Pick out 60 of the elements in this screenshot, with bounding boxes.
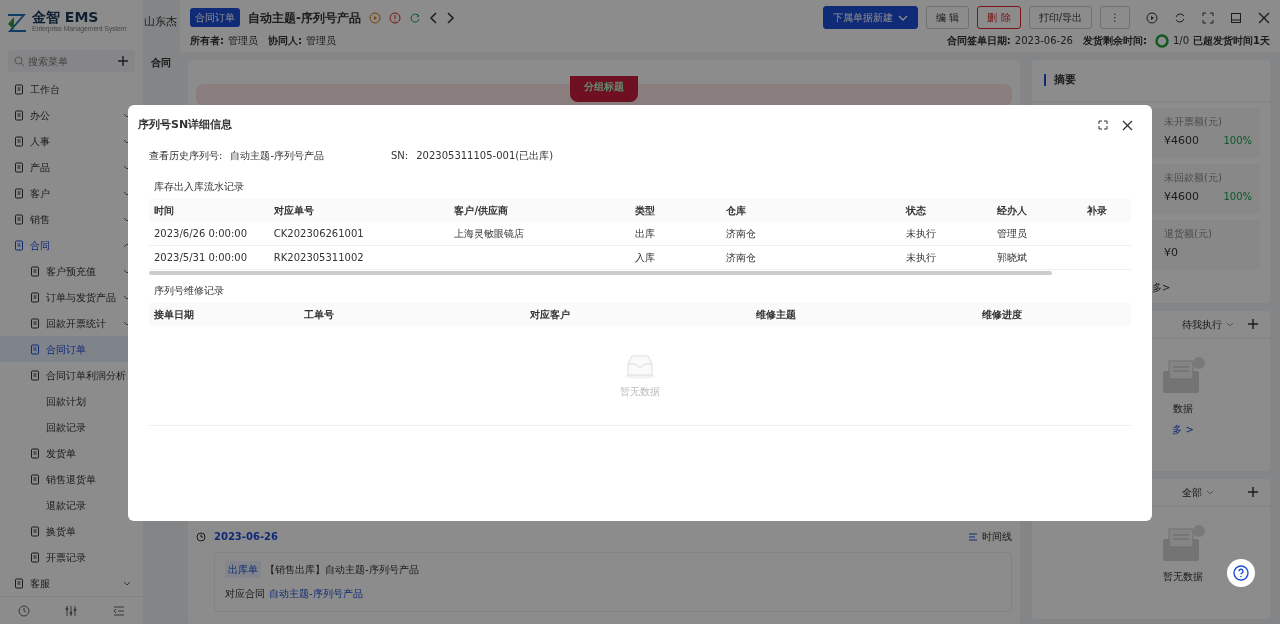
table-cell-text: 郭晓斌 [995,250,1028,265]
column-header: 维修进度 [980,307,1023,322]
table-cell-text: 未执行 [905,250,938,265]
section-title: 序列号维修记录 [154,283,225,298]
table-cell-text: 入库 [634,250,657,265]
tab-label: 合同 [151,57,171,68]
history-value: 自动主题-序列号产品 [230,148,324,163]
column-header: 补录 [1085,203,1108,218]
summary-title: 摘要 [1054,72,1076,88]
overdue-note: 已超发货时间1天 [1193,34,1270,48]
column-header: 客户/供应商 [453,203,510,218]
column-header: 接单日期 [153,307,195,322]
section-title: 库存出入库流水记录 [154,179,245,194]
column-header: 类型 [634,203,657,218]
sn-label: SN: [391,148,409,163]
empty-text: 暂无数据 [1163,569,1203,584]
table-cell-text: CK202306261001 [272,226,365,241]
column-header: 对应客户 [529,307,572,322]
column-header: 经办人 [995,203,1028,218]
dialog-title: 序列号SN详细信息 [138,117,233,133]
table-cell-text: 管理员 [995,226,1028,241]
sign-date-value: 2023-06-26 [1014,34,1073,48]
column-header: 状态 [904,203,928,218]
sn-value: 202305311105-001(已出库) [416,148,554,163]
owner-label: 所有者: [190,34,224,48]
stat-value: ¥4600 [1164,132,1199,149]
entry-title: 【销售出库】自动主题-序列号产品 [265,563,419,577]
brand-name: 金智 EMS [32,10,100,25]
column-header: 对应单号 [272,203,315,218]
history-label: 查看历史序列号: [149,148,223,163]
table-cell-text: 2023/6/26 0:00:00 [153,226,248,241]
stat-percent: 100% [1223,190,1252,205]
table-cell-text: 2023/5/31 0:00:00 [153,250,248,265]
group-title: 分组标题 [570,76,638,102]
collaborator-label: 协同人: [268,34,302,48]
column-header: 时间 [153,203,175,218]
timeline-date: 2023-06-26 [214,530,278,544]
column-header: 维修主题 [754,307,797,322]
empty-text: 数据 [1173,401,1193,416]
remaining-count: 1/0 [1172,34,1190,48]
contract-label: 对应合同 [225,587,265,601]
stat-value: ¥4600 [1164,188,1199,205]
table-cell-text: 出库 [634,226,657,241]
column-header: 仓库 [724,203,747,218]
owner-value: 管理员 [228,34,258,48]
record-title: 自动主题-序列号产品 [248,9,361,27]
table-cell-text: 上海灵敏眼镜店 [453,226,526,241]
entry-tag: 出库单 [225,561,261,578]
table-cell-text: 济南仓 [724,226,757,241]
table-cell-text: 济南仓 [724,250,757,265]
sign-date-label: 合同签单日期: [946,34,1011,48]
record-type-badge: 合同订单 [190,8,240,27]
stat-value: ¥0 [1164,244,1178,261]
collaborator-value: 管理员 [306,34,336,48]
remaining-time-label: 发货剩余时间: [1082,34,1147,48]
table-cell-text: 未执行 [905,226,938,241]
table-cell-text: RK202305311002 [272,250,365,265]
column-header: 工单号 [303,307,336,322]
stat-percent: 100% [1223,134,1252,149]
company-name: 山东杰 [144,14,177,31]
